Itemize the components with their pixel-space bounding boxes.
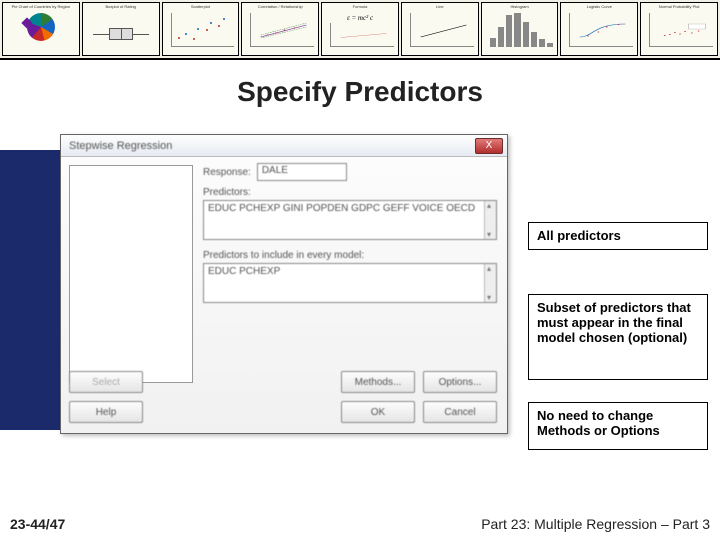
response-label: Response: [203,167,251,178]
thumb-histogram: Histogram [481,2,559,56]
thumb-formula: Formula ε = mc² c [321,2,399,56]
cancel-button[interactable]: Cancel [423,401,497,423]
close-button[interactable]: X [475,138,503,154]
footer-right: Part 23: Multiple Regression – Part 3 [481,516,710,532]
line-icon [410,13,474,47]
dialog-body: Response: DALE Predictors: EDUC PCHEXP G… [61,157,507,433]
footer: 23-44/47 Part 23: Multiple Regression – … [10,516,710,532]
boxplot-icon [87,20,155,48]
callout-methods-options: No need to change Methods or Options [528,402,708,450]
scatter-icon [171,13,235,47]
help-button[interactable]: Help [69,401,143,423]
thumbnail-banner: Pie Chart of Countries by Region Boxplot… [0,0,720,60]
thumb-title: Correlation / Relationship [242,3,318,10]
thumb-probplot: Normal Probability Plot [640,2,718,56]
histogram-icon [490,11,554,47]
regression-icon [250,13,314,47]
slide-number: 23-44/47 [10,516,65,532]
scrollbar-icon[interactable] [484,201,496,239]
include-label: Predictors to include in every model: [203,250,497,261]
ok-button[interactable]: OK [341,401,415,423]
callout-subset: Subset of predictors that must appear in… [528,294,708,380]
scrollbar-icon[interactable] [484,264,496,302]
thumb-title: Histogram [482,3,558,10]
variable-list-box[interactable] [69,165,193,383]
select-button[interactable]: Select [69,371,143,393]
pie-icon [27,13,55,41]
thumb-line: Line [401,2,479,56]
predictors-input[interactable]: EDUC PCHEXP GINI POPDEN GDPC GEFF VOICE … [203,200,497,240]
thumb-regression: Correlation / Relationship [241,2,319,56]
dialog-title: Stepwise Regression [69,140,172,152]
thumb-title: Normal Probability Plot [641,3,717,10]
callout-all-predictors: All predictors [528,222,708,250]
dialog-button-row-1: Select Methods... Options... [69,371,497,393]
predictors-label: Predictors: [203,187,497,198]
thumb-scatter: Scatterplot [162,2,240,56]
thumb-title: Line [402,3,478,10]
stepwise-regression-dialog: Stepwise Regression X Response: DALE Pre… [60,134,508,434]
probplot-icon [649,13,713,47]
options-button[interactable]: Options... [423,371,497,393]
s-curve-icon [569,13,633,47]
thumb-title: Pie Chart of Countries by Region [3,3,79,10]
thumb-pie: Pie Chart of Countries by Region [2,2,80,56]
thumb-title: Logistic Curve [561,3,637,10]
decorative-sidebar [0,150,60,430]
close-icon: X [486,140,493,151]
dialog-button-row-2: Help OK Cancel [69,401,497,423]
dialog-fields: Response: DALE Predictors: EDUC PCHEXP G… [203,163,497,383]
dialog-titlebar: Stepwise Regression X [61,135,507,157]
line-icon [330,23,394,47]
thumb-title: Scatterplot [163,3,239,10]
methods-button[interactable]: Methods... [341,371,415,393]
formula-text: ε = mc² c [322,14,398,22]
page-title: Specify Predictors [0,76,720,108]
include-input[interactable]: EDUC PCHEXP [203,263,497,303]
body-region: Stepwise Regression X Response: DALE Pre… [0,130,720,450]
thumb-boxplot: Boxplot of Rating [82,2,160,56]
thumb-title: Boxplot of Rating [83,3,159,10]
thumb-logistic: Logistic Curve [560,2,638,56]
response-input[interactable]: DALE [257,163,347,181]
thumb-title: Formula [322,3,398,10]
